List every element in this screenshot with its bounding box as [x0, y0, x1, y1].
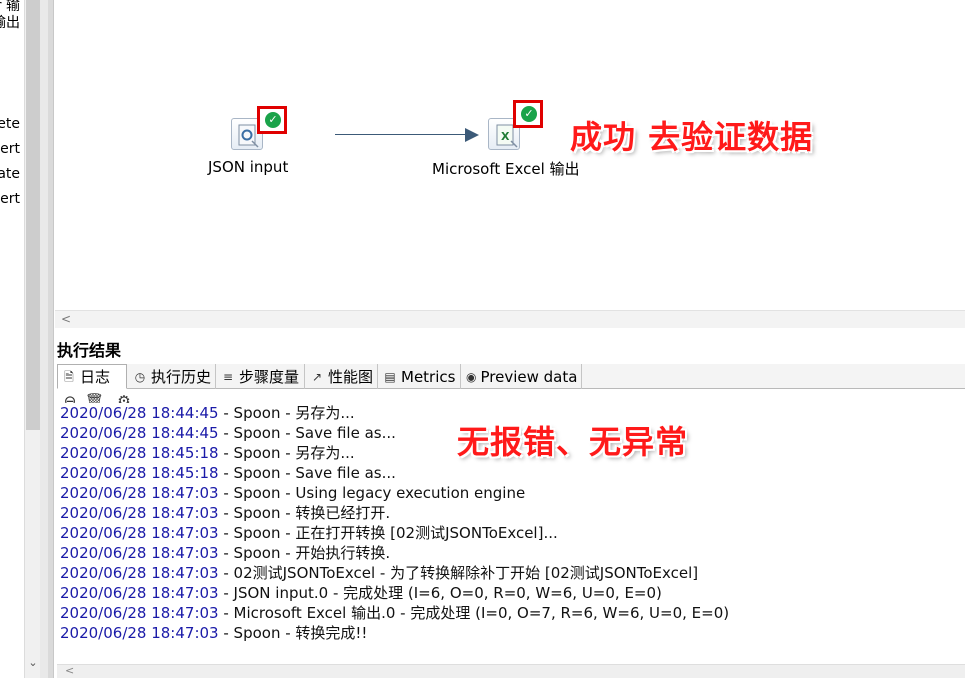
log-icon: 🗎 — [64, 369, 74, 384]
tab-metrics[interactable]: ▤ Metrics — [379, 364, 461, 389]
panel-splitter-edge — [48, 0, 54, 678]
chevron-left-icon[interactable]: < — [65, 664, 74, 677]
check-icon: ✓ — [521, 106, 537, 122]
log-line: 2020/06/28 18:47:03 - JSON input.0 - 完成处… — [60, 584, 662, 602]
log-line: 2020/06/28 18:47:03 - Spoon - Using lega… — [60, 484, 526, 502]
hop-line[interactable] — [335, 134, 475, 135]
tab-execution-history[interactable]: ◷ 执行历史 — [129, 364, 216, 389]
canvas-horizontal-scrollbar[interactable]: < — [55, 310, 965, 328]
tab-preview-data[interactable]: ◉ Preview data — [462, 364, 582, 389]
log-line: 2020/06/28 18:47:03 - Spoon - 正在打开转换 [02… — [60, 524, 558, 542]
log-line: 2020/06/28 18:45:18 - Spoon - 另存为... — [60, 444, 355, 462]
log-line: 2020/06/28 18:47:03 - Spoon - 转换已经打开. — [60, 504, 391, 522]
results-tabbar: 🗎 日志 ◷ 执行历史 ≡ 步骤度量 ↗ 性能图 ▤ Metrics ◉ Pre… — [57, 364, 965, 389]
log-line: 2020/06/28 18:44:45 - Spoon - 另存为... — [60, 404, 355, 422]
preview-eye-icon: ◉ — [466, 369, 477, 384]
performance-chart-icon: ↗ — [311, 369, 323, 384]
log-line: 2020/06/28 18:47:03 - Spoon - 开始执行转换. — [60, 544, 391, 562]
step-label: Microsoft Excel 输出 — [432, 160, 580, 178]
palette-scrollbar[interactable]: ⌄ — [24, 0, 40, 678]
success-annotation: 成功 去验证数据 — [570, 118, 814, 156]
step-palette: r 输 输出 Delete Insert Update Upsert — [0, 0, 24, 678]
svg-text:X: X — [501, 130, 510, 143]
history-icon: ◷ — [134, 369, 146, 384]
metrics-icon: ▤ — [384, 369, 396, 384]
log-line: 2020/06/28 18:44:45 - Spoon - Save file … — [60, 424, 396, 442]
transformation-canvas[interactable]: JSON input ✓ X Microsoft Excel 输出 ✓ 成功 去… — [55, 0, 965, 328]
log-horizontal-scrollbar[interactable]: < — [57, 664, 965, 678]
step-metrics-icon: ≡ — [222, 369, 234, 384]
tab-performance-chart[interactable]: ↗ 性能图 — [306, 364, 378, 389]
palette-scroll-thumb[interactable] — [26, 0, 40, 430]
results-panel-title: 执行结果 — [57, 341, 122, 360]
success-status-badge: ✓ — [257, 106, 287, 134]
log-line: 2020/06/28 18:47:03 - Spoon - 转换完成!! — [60, 624, 368, 642]
step-label: JSON input — [208, 158, 289, 176]
chevron-down-icon[interactable]: ⌄ — [26, 656, 40, 670]
tab-log[interactable]: 🗎 日志 — [57, 364, 127, 389]
check-icon: ✓ — [265, 112, 281, 128]
log-line: 2020/06/28 18:45:18 - Spoon - Save file … — [60, 464, 396, 482]
tab-step-metrics[interactable]: ≡ 步骤度量 — [217, 364, 305, 389]
chevron-left-icon[interactable]: < — [61, 312, 71, 326]
hop-arrow-icon — [465, 128, 479, 142]
log-output[interactable]: 2020/06/28 18:44:45 - Spoon - 另存为... 202… — [57, 403, 965, 665]
log-annotation: 无报错、无异常 — [457, 423, 689, 461]
log-line: 2020/06/28 18:47:03 - 02测试JSONToExcel - … — [60, 564, 699, 582]
log-line: 2020/06/28 18:47:03 - Microsoft Excel 输出… — [60, 604, 730, 622]
success-status-badge: ✓ — [513, 100, 543, 128]
panel-splitter[interactable] — [40, 0, 48, 678]
